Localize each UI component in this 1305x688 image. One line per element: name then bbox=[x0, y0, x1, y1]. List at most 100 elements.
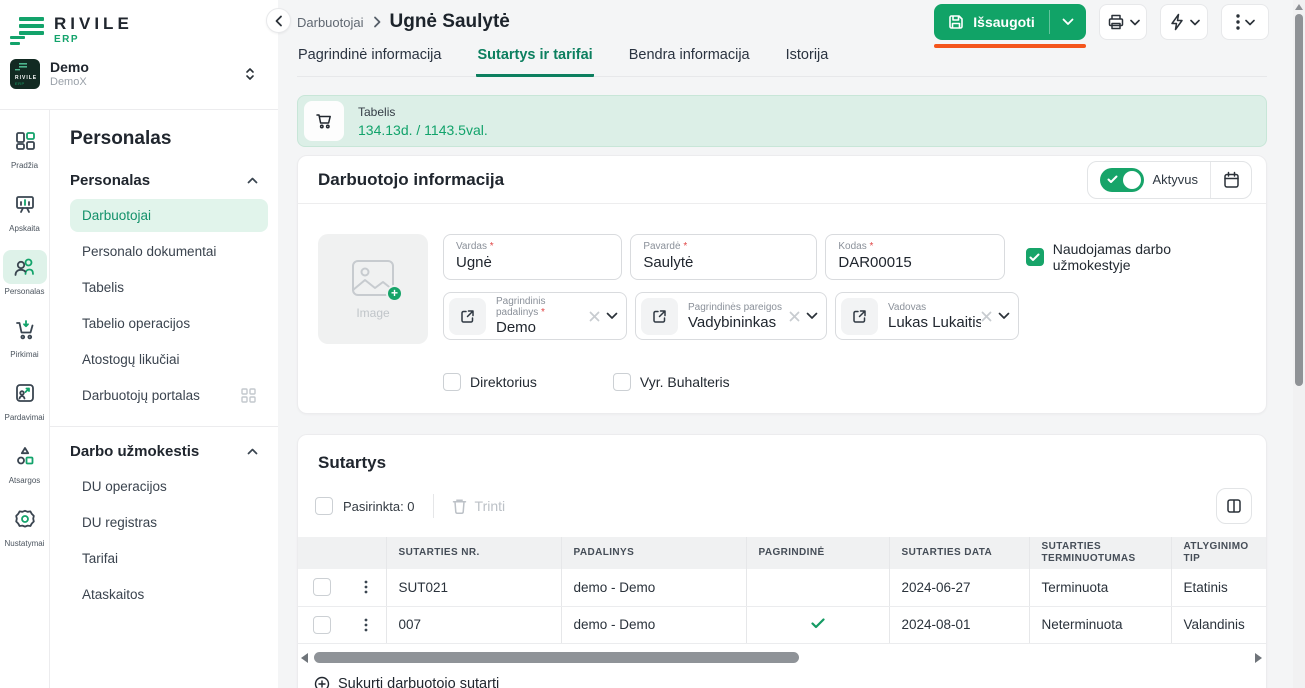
scrollbar-thumb[interactable] bbox=[1295, 14, 1303, 386]
table-row[interactable]: SUT021 demo - Demo 2024-06-27 Terminuota… bbox=[298, 569, 1266, 606]
vardas-field[interactable]: Vardas * Ugnė bbox=[443, 234, 622, 280]
chevron-down-icon bbox=[1130, 19, 1140, 26]
contracts-title: Sutartys bbox=[298, 435, 1266, 473]
save-dropdown-button[interactable] bbox=[1050, 18, 1086, 26]
chevron-down-icon[interactable] bbox=[606, 312, 618, 320]
sidebar-item-tabelis[interactable]: Tabelis bbox=[70, 271, 268, 304]
tab-sutartys-ir-tarifai[interactable]: Sutartys ir tarifai bbox=[476, 44, 593, 77]
rail-item-atsargos[interactable]: Atsargos bbox=[0, 439, 50, 502]
active-toggle[interactable]: Aktyvus bbox=[1088, 168, 1210, 192]
header-checkbox-cell bbox=[298, 537, 346, 569]
rail-item-pradzia[interactable]: Pradžia bbox=[0, 124, 50, 187]
col-sutarties-data: SUTARTIES DATA bbox=[889, 537, 1029, 569]
brand-name: RIVILE bbox=[54, 15, 133, 32]
sidebar-collapse-button[interactable] bbox=[266, 8, 291, 33]
image-placeholder-icon: + bbox=[350, 258, 396, 298]
cell-atlyginimo-tipas: Valandinis bbox=[1171, 606, 1266, 643]
breadcrumb-parent[interactable]: Darbuotojai bbox=[297, 15, 364, 30]
printer-icon bbox=[1107, 13, 1125, 31]
rail-item-personalas[interactable]: Personalas bbox=[0, 250, 50, 313]
dashboard-icon bbox=[3, 124, 47, 158]
row-checkbox[interactable] bbox=[313, 578, 331, 596]
director-checkbox[interactable]: Direktorius bbox=[443, 373, 537, 391]
more-actions-button[interactable] bbox=[1221, 4, 1269, 40]
scroll-up-icon[interactable] bbox=[1295, 4, 1303, 10]
open-record-icon[interactable] bbox=[449, 298, 486, 335]
clear-icon[interactable] bbox=[789, 311, 800, 322]
chevron-down-icon[interactable] bbox=[998, 312, 1010, 320]
open-record-icon[interactable] bbox=[841, 298, 878, 335]
tab-istorija[interactable]: Istorija bbox=[785, 44, 830, 77]
section-personalas[interactable]: Personalas bbox=[70, 172, 268, 189]
required-asterisk: * bbox=[683, 241, 687, 252]
tabelis-banner[interactable]: Tabelis 134.13d. / 1143.5val. bbox=[297, 95, 1267, 147]
employee-photo-upload[interactable]: + Image bbox=[318, 234, 428, 344]
scroll-left-icon[interactable] bbox=[301, 653, 308, 663]
payroll-checkbox[interactable]: Naudojamas darbo užmokestyje bbox=[1026, 241, 1246, 273]
checkbox-unchecked-icon bbox=[443, 373, 461, 391]
horizontal-scrollbar[interactable] bbox=[301, 651, 1262, 665]
pareigos-select[interactable]: Pagrindinės pareigos Vadybininkas bbox=[635, 292, 827, 340]
sidebar-menu: Personalas Personalas Darbuotojai Person… bbox=[50, 110, 278, 688]
clear-icon[interactable] bbox=[589, 311, 600, 322]
vertical-scrollbar[interactable] bbox=[1293, 0, 1305, 688]
sidebar-item-darbuotoju-portalas[interactable]: Darbuotojų portalas bbox=[70, 379, 268, 412]
page-title: Ugnė Saulytė bbox=[390, 11, 510, 33]
check-icon bbox=[811, 618, 825, 629]
sidebar-item-tabelio-operacijos[interactable]: Tabelio operacijos bbox=[70, 307, 268, 340]
brand-logo: RIVILE ERP bbox=[10, 10, 266, 50]
nav-rail: Pradžia Apskaita bbox=[0, 110, 50, 688]
padalinys-select[interactable]: Pagrindinis padalinys * Demo bbox=[443, 292, 627, 340]
toggle-on-icon bbox=[1100, 168, 1144, 192]
calendar-button[interactable] bbox=[1211, 162, 1251, 198]
kodas-field[interactable]: Kodas * DAR00015 bbox=[825, 234, 1004, 280]
print-button[interactable] bbox=[1099, 4, 1147, 40]
pareigos-value: Vadybininkas bbox=[688, 314, 789, 331]
automation-button[interactable] bbox=[1160, 4, 1208, 40]
header-actions-cell bbox=[346, 537, 386, 569]
vadovas-select[interactable]: Vadovas Lukas Lukaitis bbox=[835, 292, 1019, 340]
sidebar-item-personalo-dokumentai[interactable]: Personalo dokumentai bbox=[70, 235, 268, 268]
checkbox-unchecked-icon bbox=[613, 373, 631, 391]
checkbox-checked-icon bbox=[1026, 248, 1044, 266]
pavarde-field[interactable]: Pavardė * Saulytė bbox=[630, 234, 817, 280]
sidebar-item-du-registras[interactable]: DU registras bbox=[70, 506, 268, 539]
tabelis-cart-icon bbox=[304, 101, 344, 141]
cell-terminuotumas: Terminuota bbox=[1029, 569, 1171, 606]
save-button[interactable]: Išsaugoti bbox=[934, 4, 1086, 40]
chevron-down-icon[interactable] bbox=[806, 312, 818, 320]
open-record-icon[interactable] bbox=[641, 298, 678, 335]
sidebar-item-du-operacijos[interactable]: DU operacijos bbox=[70, 470, 268, 503]
create-contract-button[interactable]: Sukurti darbuotojo sutartį bbox=[298, 665, 1266, 688]
save-icon bbox=[948, 14, 964, 30]
column-settings-button[interactable] bbox=[1216, 488, 1252, 524]
sidebar-item-ataskaitos[interactable]: Ataskaitos bbox=[70, 578, 268, 611]
scrollbar-thumb[interactable] bbox=[314, 652, 799, 663]
row-checkbox[interactable] bbox=[313, 616, 331, 634]
tab-bendra-informacija[interactable]: Bendra informacija bbox=[628, 44, 751, 77]
rail-item-apskaita[interactable]: Apskaita bbox=[0, 187, 50, 250]
gear-icon bbox=[3, 502, 47, 536]
clear-icon[interactable] bbox=[981, 311, 992, 322]
delete-button[interactable]: Trinti bbox=[452, 498, 506, 514]
sidebar-item-darbuotojai[interactable]: Darbuotojai bbox=[70, 199, 268, 232]
cell-sutarties-nr: SUT021 bbox=[386, 569, 561, 606]
cart-icon bbox=[3, 313, 47, 347]
rail-item-pardavimai[interactable]: Pardavimai bbox=[0, 376, 50, 439]
kodas-value: DAR00015 bbox=[838, 254, 991, 271]
rail-item-pirkimai[interactable]: Pirkimai bbox=[0, 313, 50, 376]
tab-pagrindine-informacija[interactable]: Pagrindinė informacija bbox=[297, 44, 442, 77]
required-asterisk: * bbox=[490, 241, 494, 252]
company-selector[interactable]: RIVILE ERP Demo DemoX bbox=[10, 59, 266, 89]
row-menu-button[interactable] bbox=[346, 569, 386, 606]
row-menu-button[interactable] bbox=[346, 606, 386, 643]
rail-item-nustatymai[interactable]: Nustatymai bbox=[0, 502, 50, 565]
sidebar-item-atostogu-likuciai[interactable]: Atostogų likučiai bbox=[70, 343, 268, 376]
table-row[interactable]: 007 demo - Demo 2024-08-01 Neterminuota … bbox=[298, 606, 1266, 643]
col-terminuotumas: SUTARTIES TERMINUOTUMAS bbox=[1029, 537, 1171, 569]
chief-accountant-checkbox[interactable]: Vyr. Buhalteris bbox=[613, 373, 730, 391]
sidebar-item-tarifai[interactable]: Tarifai bbox=[70, 542, 268, 575]
scroll-right-icon[interactable] bbox=[1255, 653, 1262, 663]
select-all-checkbox[interactable] bbox=[315, 497, 333, 515]
section-darbo-uzmokestis[interactable]: Darbo užmokestis bbox=[70, 443, 268, 460]
